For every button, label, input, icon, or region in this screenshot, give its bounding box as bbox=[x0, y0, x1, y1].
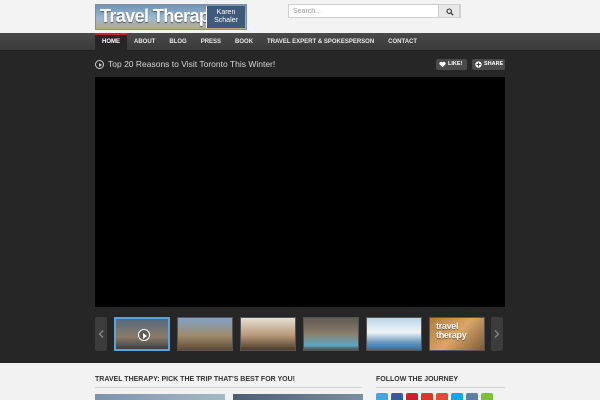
nav-item-travel-expert[interactable]: TRAVEL EXPERT & SPOKESPERSON bbox=[260, 33, 381, 51]
nav-item-home[interactable]: HOME bbox=[95, 33, 127, 51]
like-label: LIKE! bbox=[448, 61, 463, 67]
thumbnail-caption-line-2: therapy bbox=[436, 330, 467, 340]
pinterest-icon[interactable] bbox=[406, 393, 418, 400]
chevron-left-icon bbox=[98, 330, 104, 338]
bottom-section: TRAVEL THERAPY: PICK THE TRIP THAT'S BES… bbox=[0, 363, 600, 400]
video-thumbnail[interactable] bbox=[303, 317, 359, 351]
trips-heading: TRAVEL THERAPY: PICK THE TRIP THAT'S BES… bbox=[95, 376, 296, 383]
logo-badge: Karen Schaler bbox=[206, 6, 245, 28]
like-button[interactable]: LIKE! bbox=[436, 59, 467, 70]
video-title-row: Top 20 Reasons to Visit Toronto This Win… bbox=[95, 59, 505, 71]
share-button[interactable]: SHARE bbox=[472, 59, 505, 70]
youtube-icon[interactable] bbox=[421, 393, 433, 400]
heart-icon bbox=[439, 61, 446, 68]
chevron-right-icon bbox=[494, 330, 500, 338]
video-thumbnail[interactable] bbox=[240, 317, 296, 351]
video-thumbnail[interactable] bbox=[177, 317, 233, 351]
video-section: Top 20 Reasons to Visit Toronto This Win… bbox=[0, 51, 600, 363]
play-icon bbox=[138, 329, 150, 341]
logo-title: Travel Therapy bbox=[100, 6, 219, 26]
nav-item-blog[interactable]: BLOG bbox=[162, 33, 193, 51]
divider bbox=[95, 387, 362, 388]
video-thumbnail[interactable] bbox=[366, 317, 422, 351]
skype-icon[interactable] bbox=[451, 393, 463, 400]
video-thumbnail[interactable] bbox=[114, 317, 170, 351]
trip-image[interactable] bbox=[233, 394, 363, 400]
twitter-icon[interactable] bbox=[376, 393, 388, 400]
carousel-next-button[interactable] bbox=[491, 317, 503, 351]
facebook-icon[interactable] bbox=[391, 393, 403, 400]
thumbnail-caption: travel therapy bbox=[436, 322, 467, 340]
email-icon[interactable] bbox=[466, 393, 478, 400]
search-input[interactable] bbox=[289, 5, 439, 17]
trip-image[interactable] bbox=[95, 394, 225, 400]
social-links bbox=[376, 393, 496, 400]
play-circle-icon bbox=[95, 60, 104, 69]
search-button[interactable] bbox=[438, 4, 460, 18]
nav-list: HOME ABOUT BLOG PRESS BOOK TRAVEL EXPERT… bbox=[95, 33, 424, 51]
logo-name-first: Karen bbox=[216, 9, 236, 16]
video-title: Top 20 Reasons to Visit Toronto This Win… bbox=[108, 59, 276, 69]
nav-item-about[interactable]: ABOUT bbox=[127, 33, 162, 51]
site-header: Travel Therapy Karen Schaler bbox=[0, 0, 600, 33]
video-thumbnail[interactable]: travel therapy bbox=[429, 317, 485, 351]
search-icon bbox=[446, 8, 454, 16]
logo-name-last: Schaler bbox=[214, 17, 238, 24]
share-label: SHARE bbox=[484, 61, 504, 67]
search-box bbox=[288, 4, 461, 18]
plus-circle-icon bbox=[475, 61, 482, 68]
carousel-prev-button[interactable] bbox=[95, 317, 107, 351]
main-nav: HOME ABOUT BLOG PRESS BOOK TRAVEL EXPERT… bbox=[0, 33, 600, 51]
nav-item-press[interactable]: PRESS bbox=[194, 33, 228, 51]
follow-heading: FOLLOW THE JOURNEY bbox=[376, 376, 459, 383]
nav-item-contact[interactable]: CONTACT bbox=[381, 33, 424, 51]
google-plus-icon[interactable] bbox=[436, 393, 448, 400]
rss-icon[interactable] bbox=[481, 393, 493, 400]
video-player[interactable] bbox=[95, 77, 505, 307]
video-carousel: travel therapy bbox=[95, 317, 505, 351]
divider bbox=[376, 387, 505, 388]
nav-item-book[interactable]: BOOK bbox=[228, 33, 260, 51]
site-logo[interactable]: Travel Therapy Karen Schaler bbox=[95, 4, 247, 30]
